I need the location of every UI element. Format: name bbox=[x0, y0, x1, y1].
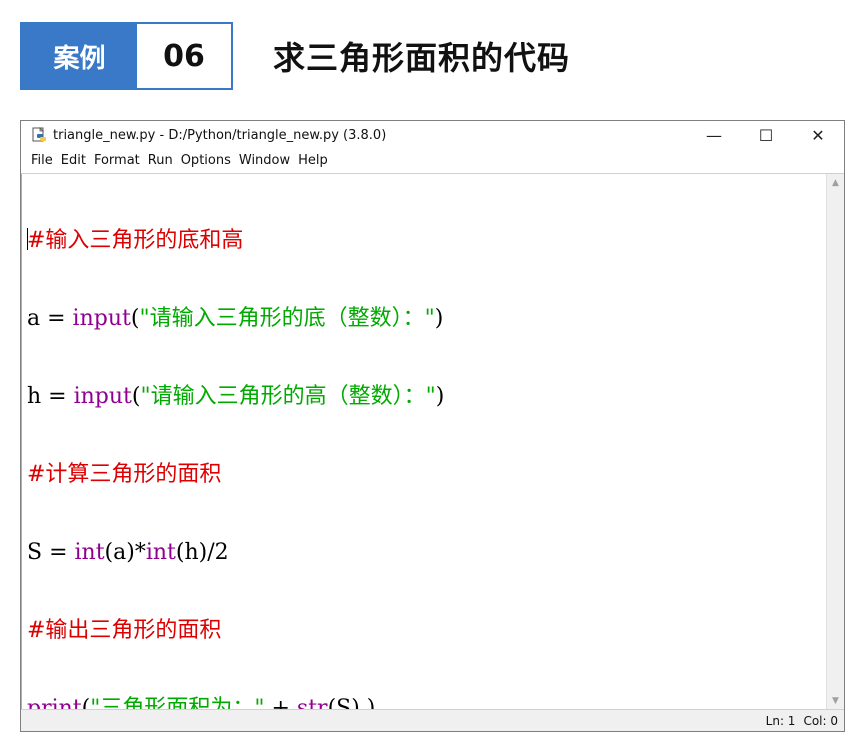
code-string: "请输入三角形的高（整数）：" bbox=[140, 384, 436, 409]
code-line-3: h = input("请输入三角形的高（整数）：") bbox=[27, 384, 827, 410]
vertical-scrollbar[interactable]: ▲ ▼ bbox=[826, 174, 844, 709]
menu-bar: File Edit Format Run Options Window Help bbox=[21, 149, 844, 171]
page-title: 求三角形面积的代码 bbox=[273, 39, 571, 77]
close-button[interactable]: ✕ bbox=[792, 121, 844, 149]
code-builtin: print bbox=[27, 696, 82, 709]
code-editor[interactable]: #输入三角形的底和高 a = input("请输入三角形的底（整数）：") h … bbox=[21, 174, 827, 709]
code-string: "请输入三角形的底（整数）：" bbox=[139, 306, 435, 331]
case-tag: 案例 06 bbox=[20, 22, 233, 90]
status-bar: Ln: 1 Col: 0 bbox=[21, 709, 844, 731]
code-token: + bbox=[264, 696, 297, 709]
scroll-up-icon[interactable]: ▲ bbox=[827, 174, 844, 191]
code-token: S = bbox=[27, 540, 75, 565]
menu-format[interactable]: Format bbox=[90, 153, 144, 168]
code-line-2: a = input("请输入三角形的底（整数）：") bbox=[27, 306, 827, 332]
idle-editor-window: triangle_new.py - D:/Python/triangle_new… bbox=[20, 120, 845, 732]
case-label: 案例 bbox=[22, 24, 137, 88]
code-token: a = bbox=[27, 306, 73, 331]
code-token: h = bbox=[27, 384, 74, 409]
code-line-1: #输入三角形的底和高 bbox=[27, 228, 827, 254]
menu-options[interactable]: Options bbox=[177, 153, 235, 168]
menu-window[interactable]: Window bbox=[235, 153, 294, 168]
status-line: Ln: 1 bbox=[765, 713, 796, 728]
minimize-button[interactable]: — bbox=[688, 121, 740, 149]
code-line-7: print("三角形面积为：" + str(S) ) bbox=[27, 696, 827, 709]
code-builtin: int bbox=[74, 540, 105, 565]
code-builtin: input bbox=[73, 384, 132, 409]
code-builtin: int bbox=[145, 540, 176, 565]
case-banner: 案例 06 求三角形面积的代码 bbox=[20, 22, 570, 90]
case-number: 06 bbox=[137, 24, 231, 88]
code-comment: #输出三角形的面积 bbox=[27, 618, 222, 643]
menu-file[interactable]: File bbox=[27, 153, 57, 168]
window-title: triangle_new.py - D:/Python/triangle_new… bbox=[53, 127, 387, 143]
code-builtin: input bbox=[72, 306, 131, 331]
status-col: Col: 0 bbox=[803, 713, 838, 728]
code-builtin: str bbox=[296, 696, 328, 709]
menu-edit[interactable]: Edit bbox=[57, 153, 90, 168]
code-line-6: #输出三角形的面积 bbox=[27, 618, 827, 644]
code-line-5: S = int(a)*int(h)/2 bbox=[27, 540, 827, 566]
window-controls: — ☐ ✕ bbox=[688, 121, 844, 149]
code-token: (a)* bbox=[104, 540, 146, 565]
code-token: (h)/2 bbox=[175, 540, 229, 565]
code-token: ( bbox=[81, 696, 91, 709]
code-string: "三角形面积为：" bbox=[90, 696, 265, 709]
code-token: ) bbox=[434, 306, 444, 331]
menu-run[interactable]: Run bbox=[144, 153, 177, 168]
maximize-button[interactable]: ☐ bbox=[740, 121, 792, 149]
python-file-icon bbox=[31, 127, 47, 143]
code-comment: #输入三角形的底和高 bbox=[27, 228, 244, 253]
menu-help[interactable]: Help bbox=[294, 153, 332, 168]
editor-area: #输入三角形的底和高 a = input("请输入三角形的底（整数）：") h … bbox=[21, 173, 844, 709]
code-comment: #计算三角形的面积 bbox=[27, 462, 222, 487]
window-titlebar[interactable]: triangle_new.py - D:/Python/triangle_new… bbox=[21, 121, 844, 149]
code-token: (S) ) bbox=[327, 696, 376, 709]
code-token: ) bbox=[435, 384, 445, 409]
code-line-4: #计算三角形的面积 bbox=[27, 462, 827, 488]
scroll-down-icon[interactable]: ▼ bbox=[827, 692, 844, 709]
code-token: ( bbox=[131, 384, 141, 409]
